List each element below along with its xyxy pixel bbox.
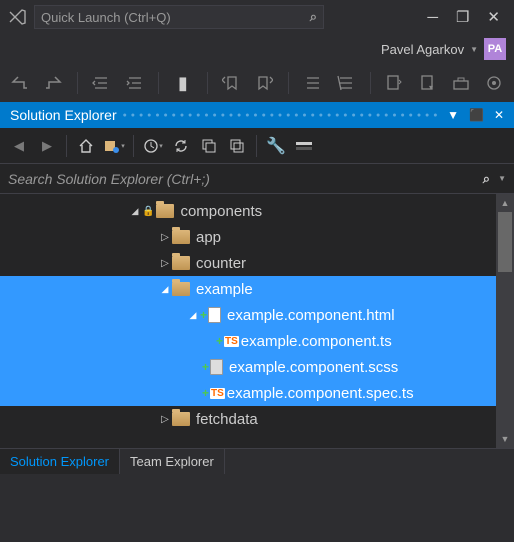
separator — [158, 72, 159, 94]
sync-icon[interactable] — [170, 135, 192, 157]
panel-header: Solution Explorer ● ● ● ● ● ● ● ● ● ● ● … — [0, 102, 514, 128]
vertical-scrollbar[interactable]: ▲ ▼ — [496, 194, 514, 448]
tree-file-example-html[interactable]: + example.component.html — [0, 302, 496, 328]
tree-file-example-spec[interactable]: + TS example.component.spec.ts — [0, 380, 496, 406]
separator — [66, 135, 67, 157]
expand-icon[interactable] — [186, 310, 200, 321]
toolbox-icon[interactable] — [449, 71, 472, 95]
comment-out-icon[interactable] — [301, 71, 324, 95]
scroll-thumb[interactable] — [498, 212, 512, 272]
indent-decrease-icon[interactable] — [90, 71, 113, 95]
panel-dropdown-icon[interactable]: ▼ — [447, 108, 459, 122]
search-solution-input[interactable] — [8, 171, 479, 187]
separator — [207, 72, 208, 94]
panel-close-icon[interactable]: ✕ — [494, 108, 504, 122]
avatar[interactable]: PA — [484, 38, 506, 60]
tree-label: app — [196, 229, 221, 246]
separator — [288, 72, 289, 94]
tree-label: counter — [196, 255, 246, 272]
collapse-all-icon[interactable] — [198, 135, 220, 157]
nav-forward-button[interactable]: ▶ — [36, 135, 58, 157]
bookmark-prev-icon[interactable] — [219, 71, 242, 95]
indent-increase-icon[interactable] — [123, 71, 146, 95]
svg-text:▾: ▾ — [429, 83, 433, 92]
folder-icon — [156, 204, 174, 218]
scroll-down-icon[interactable]: ▼ — [496, 430, 514, 448]
tree-folder-app[interactable]: app — [0, 224, 496, 250]
close-button[interactable]: ✕ — [487, 8, 500, 26]
account-username[interactable]: Pavel Agarkov — [381, 42, 464, 57]
tree-folder-example[interactable]: example — [0, 276, 496, 302]
pin-icon[interactable]: ⬛ — [469, 108, 484, 122]
vs-logo-icon — [6, 5, 30, 29]
solution-tree[interactable]: 🔒 components app counter example + examp… — [0, 194, 496, 448]
expand-icon[interactable] — [158, 258, 172, 269]
scss-file-icon — [210, 359, 223, 375]
bookmark-icon[interactable]: ▮ — [171, 71, 194, 95]
pending-changes-icon[interactable]: ▾ — [142, 135, 164, 157]
separator — [256, 135, 257, 157]
tree-label: fetchdata — [196, 411, 258, 428]
ts-file-icon: TS — [224, 336, 239, 347]
folder-icon — [172, 256, 190, 270]
added-badge-icon: + — [202, 360, 209, 374]
account-dropdown-icon[interactable]: ▼ — [470, 45, 478, 54]
search-dropdown-icon[interactable]: ▼ — [494, 174, 506, 183]
lock-icon: 🔒 — [142, 206, 154, 217]
nav-forward-icon[interactable] — [41, 71, 64, 95]
added-badge-icon: + — [202, 386, 209, 400]
restore-button[interactable]: ❐ — [456, 8, 469, 26]
new-item-icon[interactable] — [383, 71, 406, 95]
expand-icon[interactable] — [128, 206, 142, 217]
panel-title: Solution Explorer — [10, 107, 117, 123]
separator — [77, 72, 78, 94]
expand-icon[interactable] — [158, 232, 172, 243]
added-badge-icon: + — [216, 334, 223, 348]
folder-icon — [172, 230, 190, 244]
search-icon[interactable]: ⌕ — [479, 171, 494, 187]
tree-label: example.component.scss — [229, 359, 398, 376]
minimize-button[interactable]: ─ — [427, 9, 438, 26]
uncomment-icon[interactable] — [334, 71, 357, 95]
folder-icon — [172, 412, 190, 426]
expand-icon[interactable] — [158, 414, 172, 425]
tree-label: example.component.spec.ts — [227, 385, 414, 402]
tree-file-example-ts[interactable]: + TS example.component.ts — [0, 328, 496, 354]
added-badge-icon: + — [200, 308, 207, 322]
scroll-up-icon[interactable]: ▲ — [496, 194, 514, 212]
tab-team-explorer[interactable]: Team Explorer — [120, 449, 225, 474]
separator — [370, 72, 371, 94]
bookmark-next-icon[interactable] — [253, 71, 276, 95]
html-file-icon — [208, 307, 221, 323]
properties-icon[interactable]: 🔧 — [265, 135, 287, 157]
extensions-icon[interactable] — [483, 71, 506, 95]
preview-icon[interactable] — [293, 135, 315, 157]
tree-file-example-scss[interactable]: + example.component.scss — [0, 354, 496, 380]
separator — [133, 135, 134, 157]
new-file-dropdown-icon[interactable]: ▾ — [416, 71, 439, 95]
ts-file-icon: TS — [210, 388, 225, 399]
panel-grip: ● ● ● ● ● ● ● ● ● ● ● ● ● ● ● ● ● ● ● ● … — [123, 112, 441, 119]
tree-label: components — [180, 203, 262, 220]
tab-solution-explorer[interactable]: Solution Explorer — [0, 449, 120, 474]
expand-icon[interactable] — [158, 284, 172, 295]
folder-icon — [172, 282, 190, 296]
tree-label: example.component.html — [227, 307, 395, 324]
nav-back-icon[interactable] — [8, 71, 31, 95]
solution-switch-icon[interactable]: ▾ — [103, 135, 125, 157]
tree-label: example — [196, 281, 253, 298]
show-all-icon[interactable] — [226, 135, 248, 157]
search-icon[interactable]: ⌕ — [310, 9, 317, 25]
tree-folder-components[interactable]: 🔒 components — [0, 198, 496, 224]
home-icon[interactable] — [75, 135, 97, 157]
quick-launch-input[interactable]: ⌕ — [34, 5, 324, 29]
tree-label: example.component.ts — [241, 333, 392, 350]
tree-folder-fetchdata[interactable]: fetchdata — [0, 406, 496, 432]
tree-folder-counter[interactable]: counter — [0, 250, 496, 276]
nav-back-button[interactable]: ◀ — [8, 135, 30, 157]
